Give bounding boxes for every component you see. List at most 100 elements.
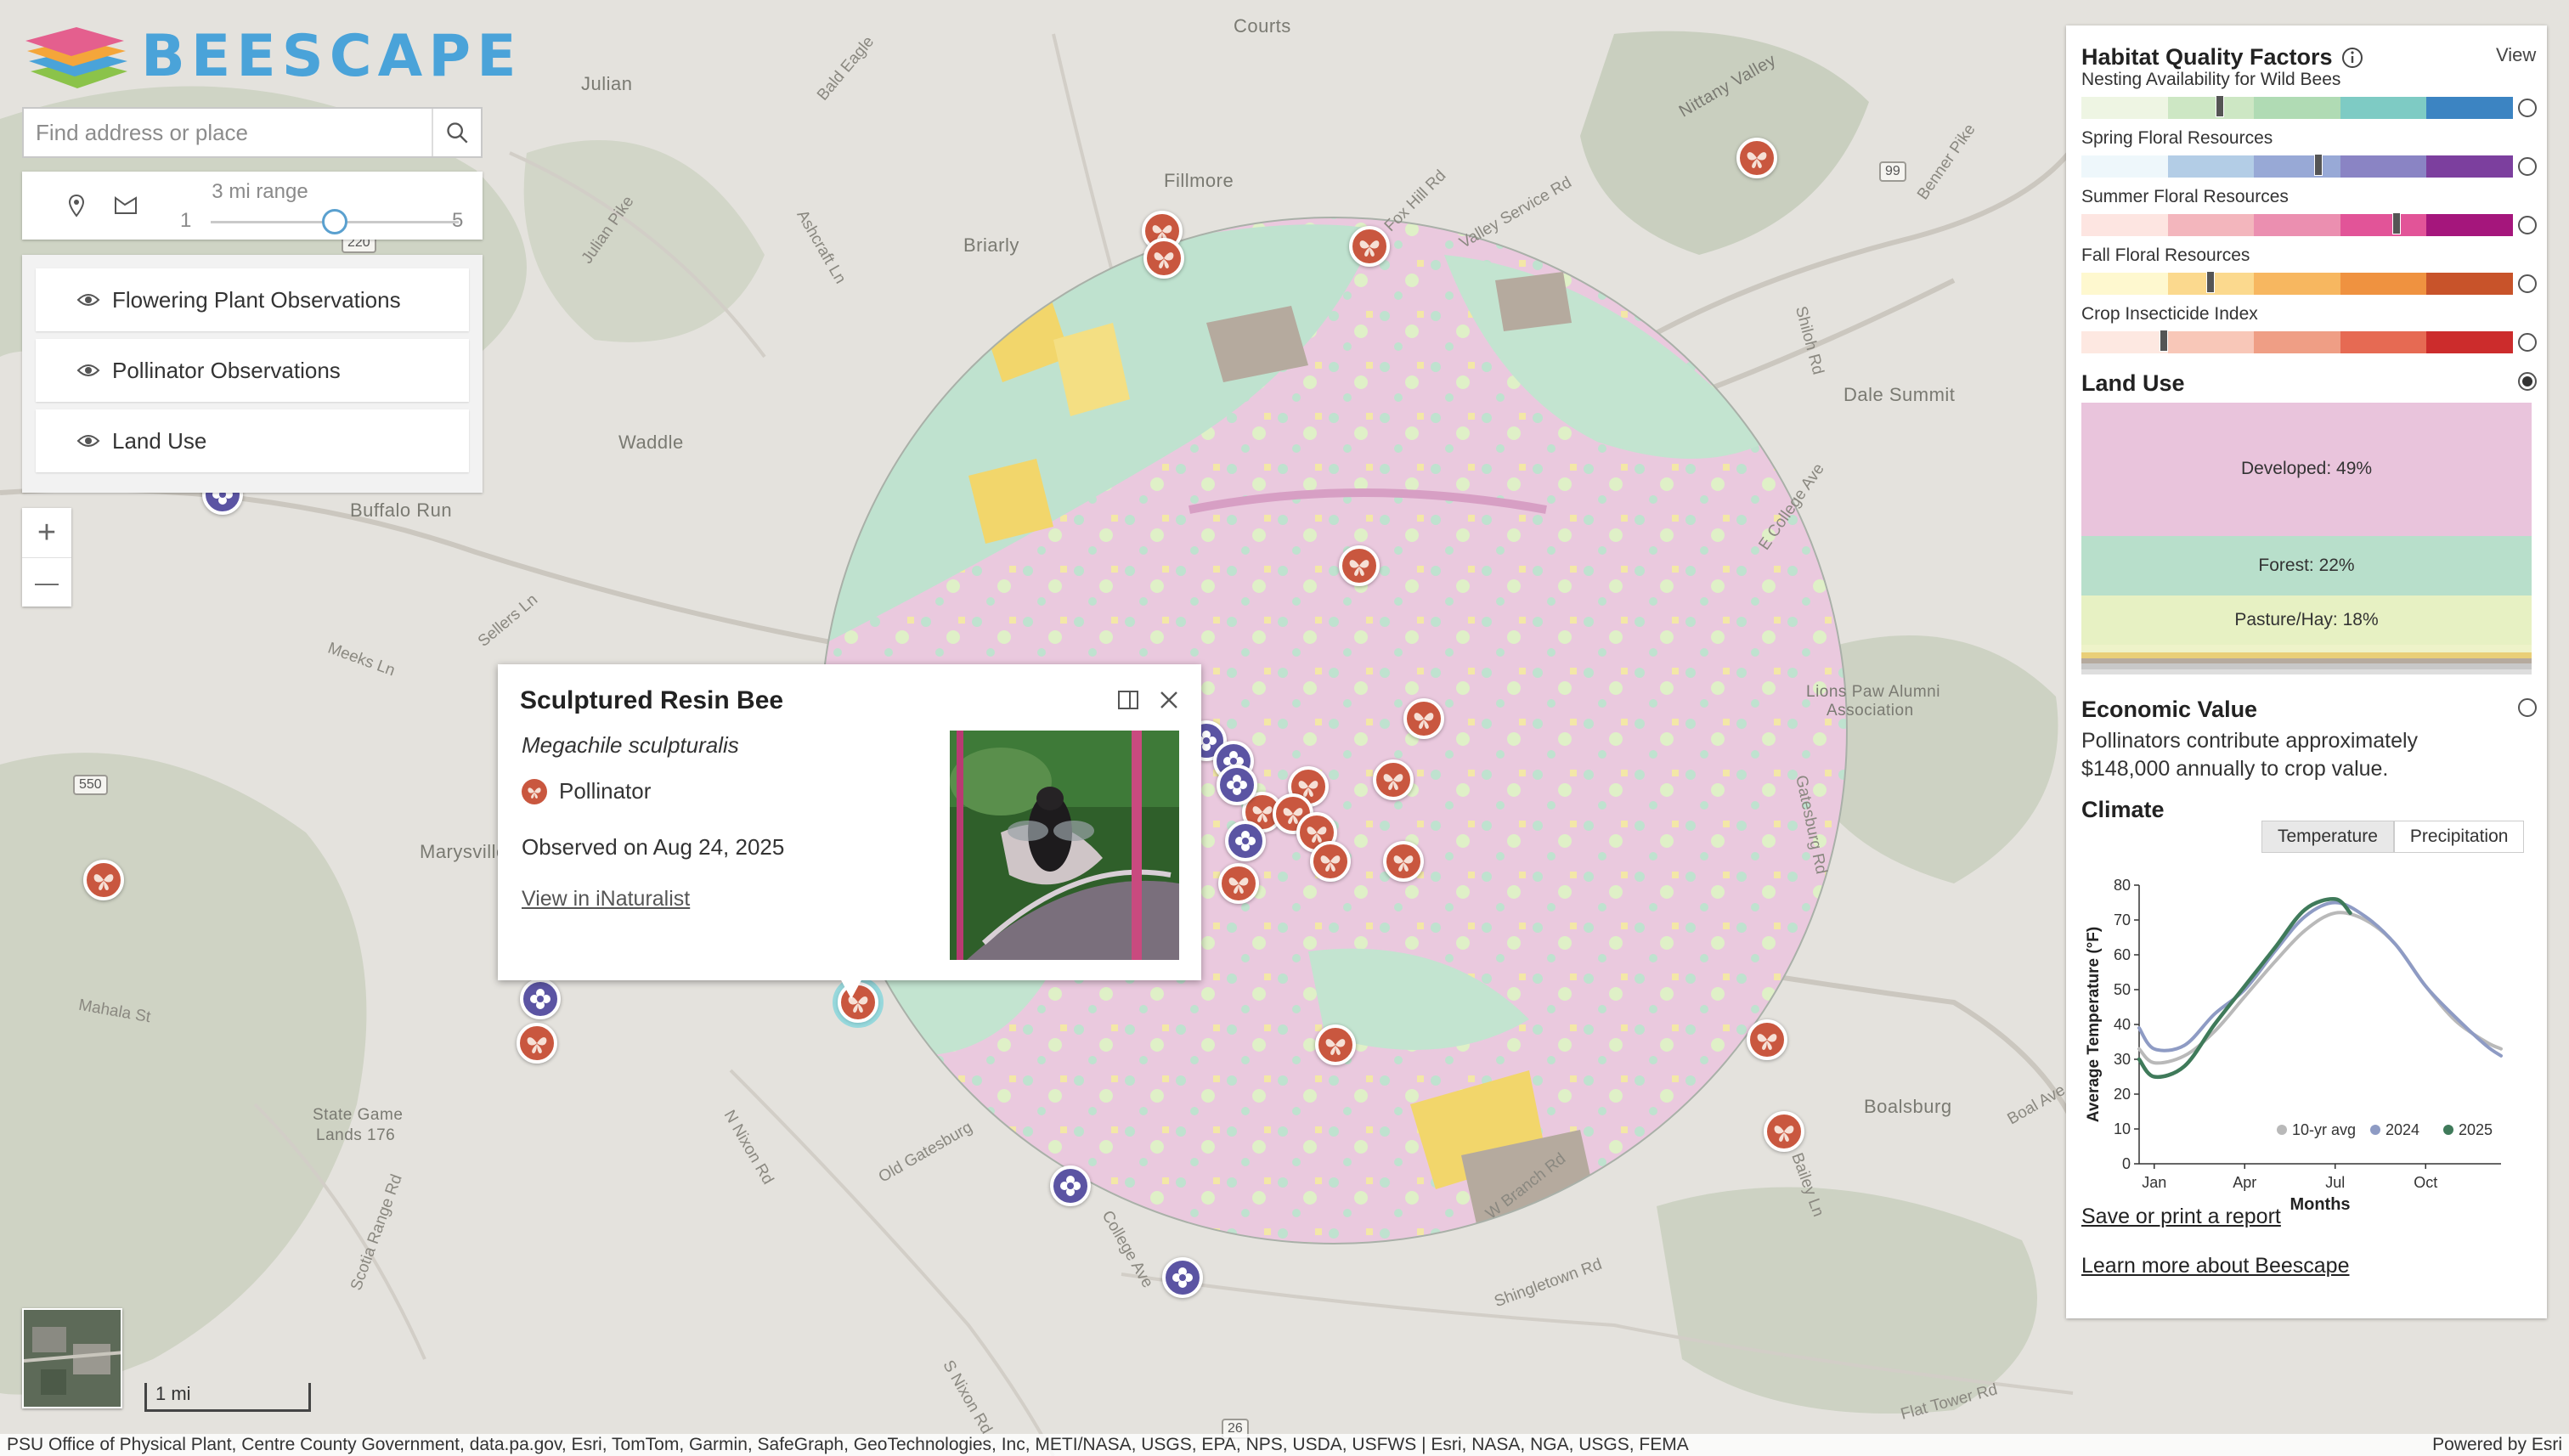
flowering-plant-marker[interactable] <box>1050 1165 1091 1206</box>
map-pin-icon <box>68 194 85 217</box>
save-report-link[interactable]: Save or print a report <box>2081 1205 2281 1229</box>
layer-toggle-flowering-plants[interactable]: Flowering Plant Observations <box>36 268 469 331</box>
powered-by-link[interactable]: Powered by Esri <box>2432 1435 2562 1455</box>
route-shield: 550 <box>73 775 108 795</box>
search-box <box>22 107 483 158</box>
flowering-plant-marker[interactable] <box>1225 821 1266 861</box>
habitat-factor-view-radio[interactable] <box>2518 216 2537 234</box>
eye-icon <box>76 435 100 447</box>
tab-precipitation[interactable]: Precipitation <box>2393 821 2525 853</box>
inaturalist-link[interactable]: View in iNaturalist <box>522 887 690 911</box>
view-column-label: View <box>2496 44 2537 65</box>
flower-icon <box>530 989 550 1009</box>
habitat-factor-label: Crop Insecticide Index <box>2081 304 2258 324</box>
series-line-2024 <box>2137 900 2503 1058</box>
scale-segment <box>2426 155 2513 178</box>
search-button[interactable] <box>432 109 481 156</box>
habitat-factor-marker <box>2215 95 2224 117</box>
place-label: Julian <box>581 73 633 94</box>
zoom-control: + — <box>22 508 71 607</box>
habitat-factor-view-radio[interactable] <box>2518 157 2537 176</box>
flowering-plant-marker[interactable] <box>1162 1257 1203 1298</box>
scale-segment <box>2340 273 2427 295</box>
flowering-plant-marker[interactable] <box>520 979 561 1019</box>
pollinator-marker[interactable] <box>83 860 124 900</box>
land-use-view-radio[interactable] <box>2518 372 2537 391</box>
habitat-factor-view-radio[interactable] <box>2518 333 2537 352</box>
observation-type: Pollinator <box>522 778 651 804</box>
butterfly-icon <box>1383 774 1403 790</box>
range-slider-thumb[interactable] <box>322 209 347 234</box>
eye-icon <box>76 294 100 306</box>
observation-popup: Sculptured Resin Bee Megachile sculptura… <box>498 664 1201 980</box>
habitat-factor-scale <box>2081 95 2513 119</box>
observation-type-label: Pollinator <box>559 778 652 804</box>
land-use-segment: Developed: 49% <box>2081 403 2532 536</box>
observation-photo <box>950 731 1179 960</box>
pollinator-marker[interactable] <box>1349 226 1390 267</box>
scale-segment <box>2167 97 2255 119</box>
scale-segment <box>2081 155 2168 178</box>
pollinator-marker[interactable] <box>1383 841 1424 882</box>
land-use-breakdown: Developed: 49% Forest: 22% Pasture/Hay: 18… <box>2081 403 2532 674</box>
popup-pointer <box>839 977 863 999</box>
scale-segment <box>2426 214 2513 236</box>
search-input[interactable] <box>24 109 432 156</box>
tab-temperature[interactable]: Temperature <box>2261 821 2394 853</box>
layer-toggle-pollinators[interactable]: Pollinator Observations <box>36 339 469 402</box>
draw-area-button[interactable] <box>109 189 143 223</box>
dock-popup-button[interactable] <box>1111 683 1145 717</box>
scale-segment <box>2081 331 2168 353</box>
flowering-plant-marker[interactable] <box>1217 765 1257 805</box>
place-label: Boalsburg <box>1864 1096 1952 1117</box>
scale-segment <box>2254 155 2340 178</box>
habitat-factor-view-radio[interactable] <box>2518 99 2537 117</box>
basemap-toggle[interactable] <box>22 1308 122 1408</box>
pollinator-marker[interactable] <box>1736 138 1777 178</box>
pollinator-marker[interactable] <box>517 1023 557 1064</box>
info-icon[interactable] <box>2341 47 2363 69</box>
legend-label: 10-yr avg <box>2292 1121 2356 1138</box>
draw-polygon-icon <box>115 196 137 214</box>
layer-label: Pollinator Observations <box>112 357 341 383</box>
place-label: Association <box>1827 702 1914 720</box>
pollinator-marker[interactable] <box>1339 545 1380 586</box>
close-popup-button[interactable] <box>1152 683 1186 717</box>
land-use-segment <box>2081 644 2532 653</box>
scale-segment <box>2254 97 2340 119</box>
habitat-title-text: Habitat Quality Factors <box>2081 44 2333 70</box>
pollinator-marker[interactable] <box>1764 1111 1804 1152</box>
place-label: Waddle <box>618 432 684 453</box>
scale-segment <box>2340 155 2427 178</box>
economic-value-view-radio[interactable] <box>2518 698 2537 717</box>
place-label: Courts <box>1234 15 1291 37</box>
pollinator-marker[interactable] <box>1373 759 1414 800</box>
pollinator-marker[interactable] <box>1143 238 1184 279</box>
butterfly-icon <box>1393 855 1414 872</box>
zoom-out-button[interactable]: — <box>22 557 71 607</box>
place-label: Lions Paw Alumni <box>1806 683 1940 701</box>
y-tick-label: 80 <box>2114 877 2131 894</box>
butterfly-icon <box>1414 713 1434 729</box>
search-icon <box>447 122 468 144</box>
pollinator-marker[interactable] <box>1403 698 1444 739</box>
habitat-factor-label: Summer Floral Resources <box>2081 187 2289 206</box>
pollinator-marker[interactable] <box>1315 1024 1356 1065</box>
habitat-factor-scale <box>2081 271 2513 295</box>
economic-value-text: Pollinators contribute approximately $14… <box>2081 729 2419 781</box>
pollinator-marker[interactable] <box>1747 1019 1787 1060</box>
habitat-factor-view-radio[interactable] <box>2518 274 2537 293</box>
place-pin-button[interactable] <box>59 189 93 223</box>
butterfly-icon <box>1320 855 1341 872</box>
scale-segment <box>2426 331 2513 353</box>
butterfly-icon <box>1757 1034 1777 1050</box>
habitat-factor-marker <box>2391 212 2401 234</box>
zoom-in-button[interactable]: + <box>22 508 71 557</box>
pollinator-marker[interactable] <box>1218 863 1259 904</box>
learn-more-link[interactable]: Learn more about Beescape <box>2081 1254 2350 1278</box>
attribution-bar: PSU Office of Physical Plant, Centre Cou… <box>0 1434 2569 1456</box>
layer-toggle-land-use[interactable]: Land Use <box>36 409 469 472</box>
y-tick-label: 0 <box>2122 1155 2131 1172</box>
pollinator-marker[interactable] <box>1310 841 1351 882</box>
habitat-factor-label: Fall Floral Resources <box>2081 245 2250 265</box>
